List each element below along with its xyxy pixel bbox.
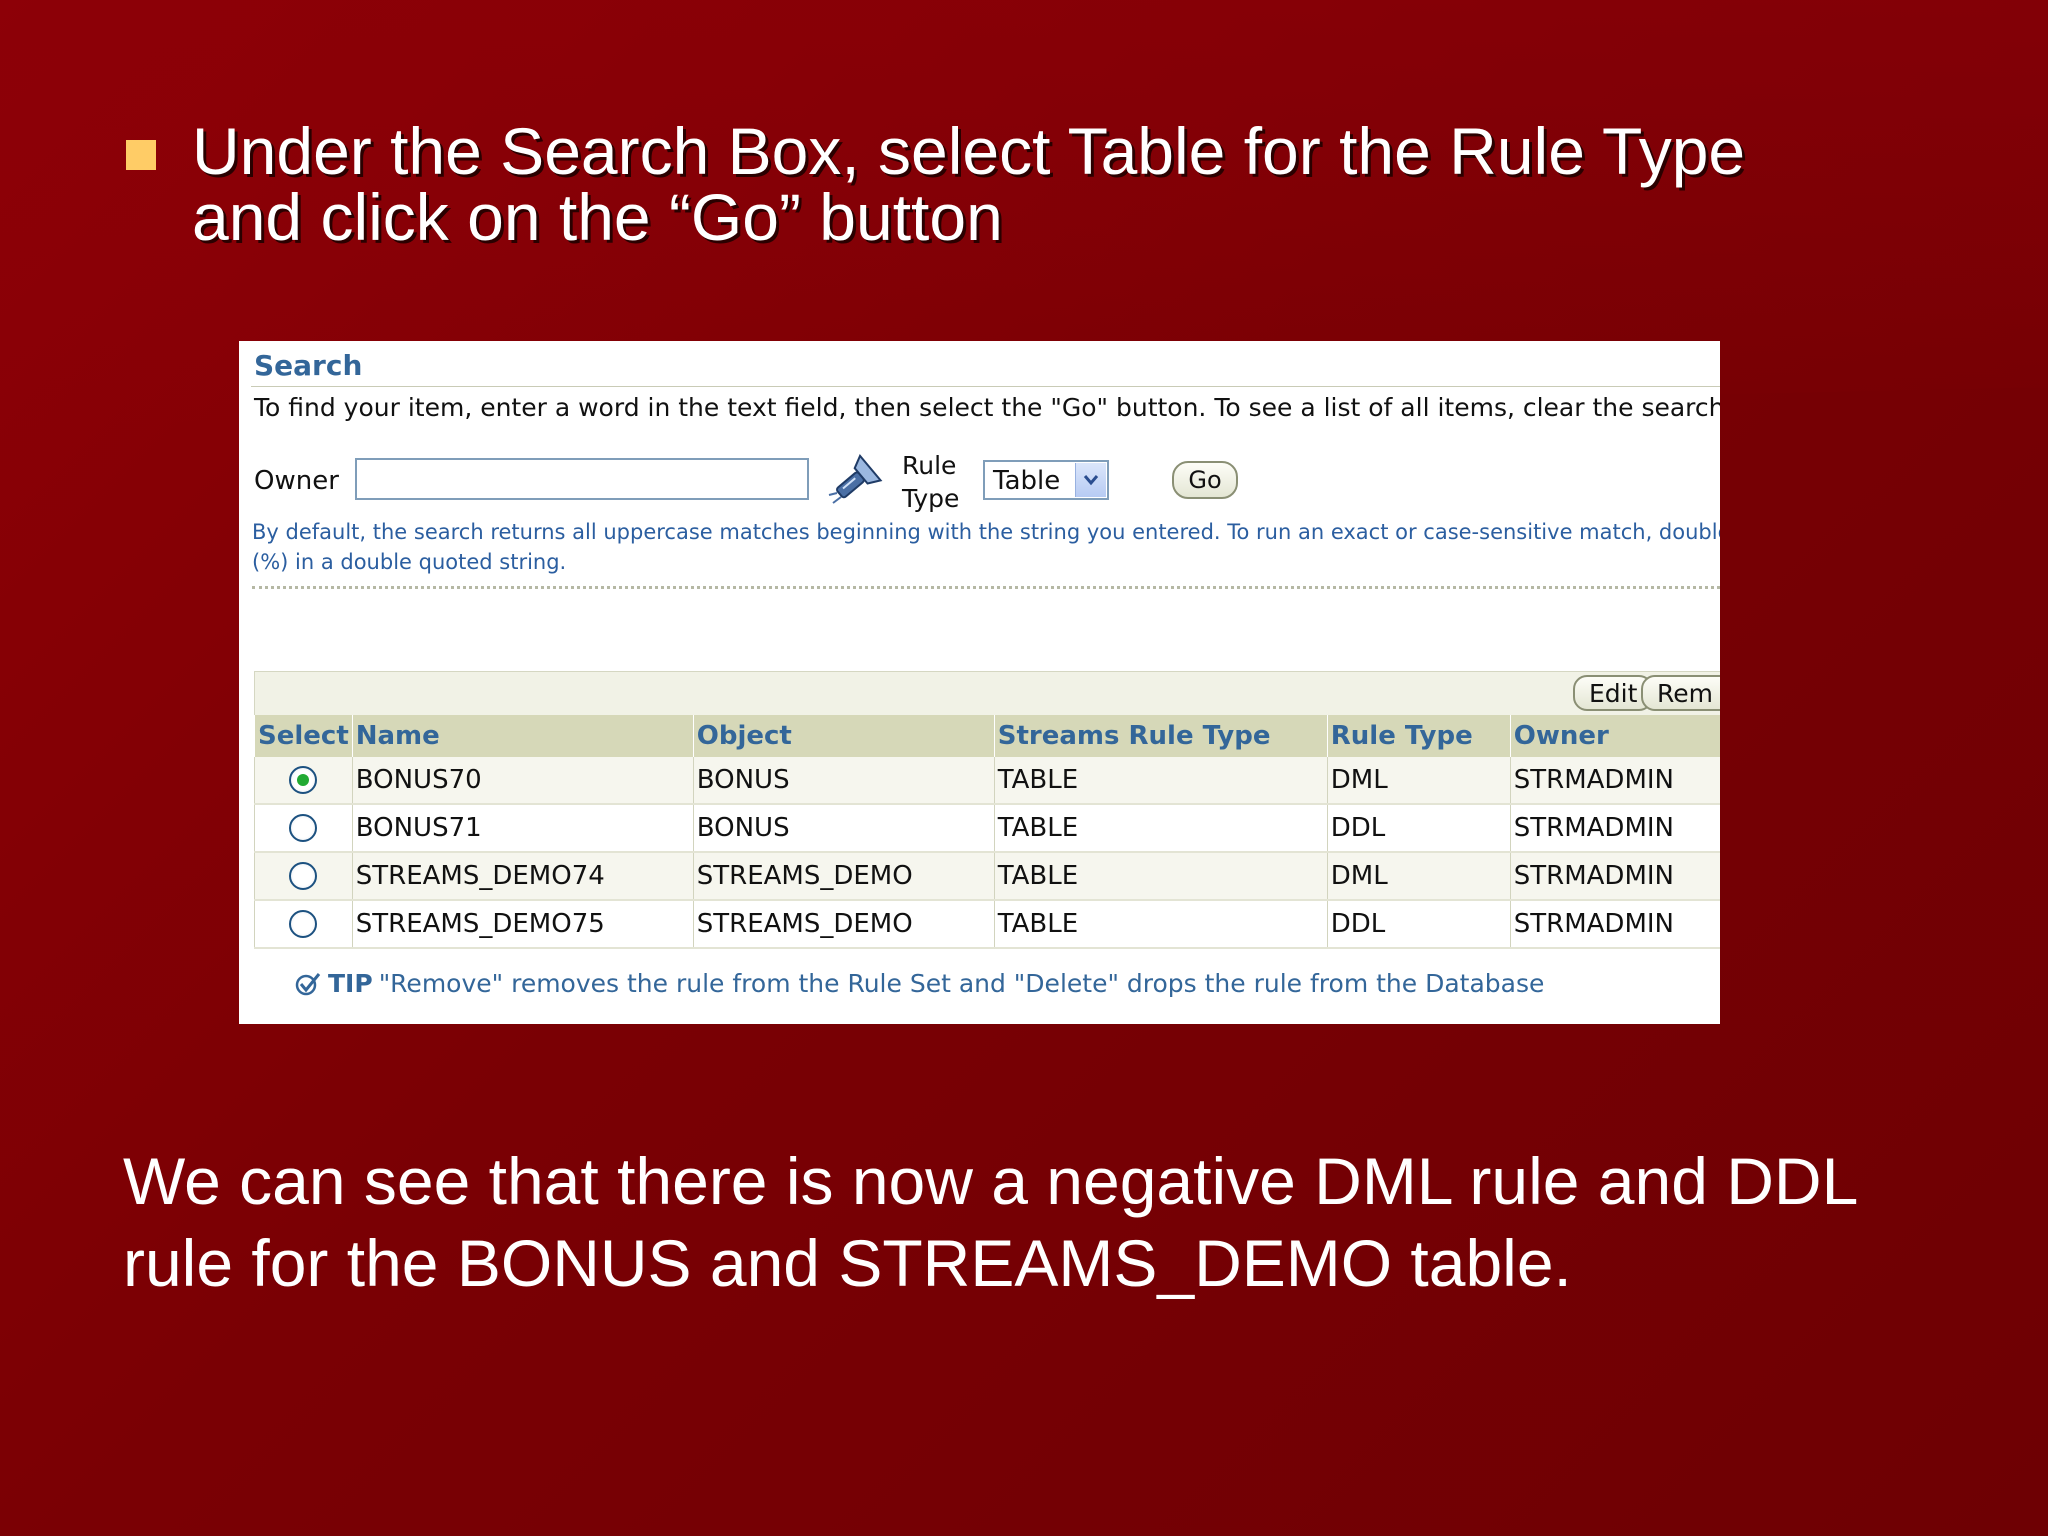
summary-line-1: We can see that there is now a negative … <box>123 1144 1859 1218</box>
dotted-divider <box>252 586 1720 589</box>
checkmark-icon <box>295 972 321 995</box>
object-cell: STREAMS_DEMO <box>692 852 995 901</box>
go-button[interactable]: Go <box>1172 461 1238 499</box>
rule-type-selected-value: Table <box>993 466 1061 496</box>
row-radio-button[interactable] <box>289 766 318 794</box>
object-cell: BONUS <box>692 757 995 805</box>
object-cell: BONUS <box>692 804 995 853</box>
table-header-row: Select Name Object Streams Rule Type Rul… <box>254 715 1720 757</box>
table-actions-bar: Edit Rem <box>254 671 1720 717</box>
select-cell <box>254 900 353 949</box>
owner-search-input[interactable] <box>355 458 809 500</box>
streams-rule-type-cell: TABLE <box>993 900 1328 949</box>
row-radio-button[interactable] <box>289 862 318 890</box>
row-radio-button[interactable] <box>289 910 318 938</box>
column-header-name[interactable]: Name <box>351 715 694 757</box>
search-hint-line1: By default, the search returns all upper… <box>252 520 1720 544</box>
rule-type-label: Rule Type <box>902 449 959 515</box>
oem-search-screenshot: Search To find your item, enter a word i… <box>239 341 1720 1024</box>
name-cell: BONUS71 <box>351 804 694 853</box>
row-radio-button[interactable] <box>289 814 318 842</box>
streams-rule-type-cell: TABLE <box>993 804 1328 853</box>
rule-type-select[interactable]: Table <box>983 460 1109 500</box>
rule-type-cell: DML <box>1326 852 1511 901</box>
column-header-owner[interactable]: Owner <box>1509 715 1720 757</box>
summary-line-2: rule for the BONUS and STREAMS_DEMO tabl… <box>123 1226 1572 1300</box>
flashlight-icon[interactable] <box>827 453 883 509</box>
column-header-streams-rule-type[interactable]: Streams Rule Type <box>993 715 1328 757</box>
search-title: Search <box>254 349 363 382</box>
owner-cell: STRMADMIN <box>1509 804 1720 853</box>
rules-table: Select Name Object Streams Rule Type Rul… <box>254 715 1720 949</box>
bullet-line-1: Under the Search Box, select Table for t… <box>192 114 1746 188</box>
table-row: STREAMS_DEMO74 STREAMS_DEMO TABLE DML ST… <box>254 852 1720 901</box>
title-divider <box>251 386 1720 387</box>
column-header-select: Select <box>254 715 353 757</box>
column-header-object[interactable]: Object <box>692 715 995 757</box>
rule-type-cell: DDL <box>1326 804 1511 853</box>
slide-bullet-point: Under the Search Box, select Table for t… <box>126 118 1906 250</box>
chevron-down-icon[interactable] <box>1075 463 1106 497</box>
select-cell <box>254 757 353 805</box>
search-instructions: To find your item, enter a word in the t… <box>254 393 1720 422</box>
object-cell: STREAMS_DEMO <box>692 900 995 949</box>
remove-button[interactable]: Rem <box>1641 675 1720 711</box>
tip-row: TIP "Remove" removes the rule from the R… <box>294 969 1544 998</box>
rule-type-cell: DML <box>1326 757 1511 805</box>
streams-rule-type-cell: TABLE <box>993 852 1328 901</box>
select-cell <box>254 804 353 853</box>
table-row: STREAMS_DEMO75 STREAMS_DEMO TABLE DDL ST… <box>254 900 1720 949</box>
column-header-rule-type[interactable]: Rule Type <box>1326 715 1511 757</box>
select-cell <box>254 852 353 901</box>
owner-cell: STRMADMIN <box>1509 900 1720 949</box>
rule-type-label-line1: Rule <box>902 451 957 480</box>
table-row: BONUS71 BONUS TABLE DDL STRMADMIN <box>254 804 1720 853</box>
square-bullet-icon <box>126 140 156 170</box>
tip-label: TIP <box>328 969 373 998</box>
bullet-line-2: and click on the “Go” button <box>192 180 1003 254</box>
table-row: BONUS70 BONUS TABLE DML STRMADMIN <box>254 757 1720 805</box>
search-hint-line2: (%) in a double quoted string. <box>252 550 567 574</box>
name-cell: STREAMS_DEMO74 <box>351 852 694 901</box>
rule-type-cell: DDL <box>1326 900 1511 949</box>
owner-cell: STRMADMIN <box>1509 757 1720 805</box>
streams-rule-type-cell: TABLE <box>993 757 1328 805</box>
owner-label: Owner <box>254 466 339 496</box>
bullet-text: Under the Search Box, select Table for t… <box>192 118 1745 250</box>
name-cell: STREAMS_DEMO75 <box>351 900 694 949</box>
tip-text: "Remove" removes the rule from the Rule … <box>378 969 1545 998</box>
owner-cell: STRMADMIN <box>1509 852 1720 901</box>
name-cell: BONUS70 <box>351 757 694 805</box>
slide-summary: We can see that there is now a negative … <box>123 1140 1973 1304</box>
rule-type-label-line2: Type <box>902 484 960 513</box>
search-hint: By default, the search returns all upper… <box>252 517 1720 577</box>
